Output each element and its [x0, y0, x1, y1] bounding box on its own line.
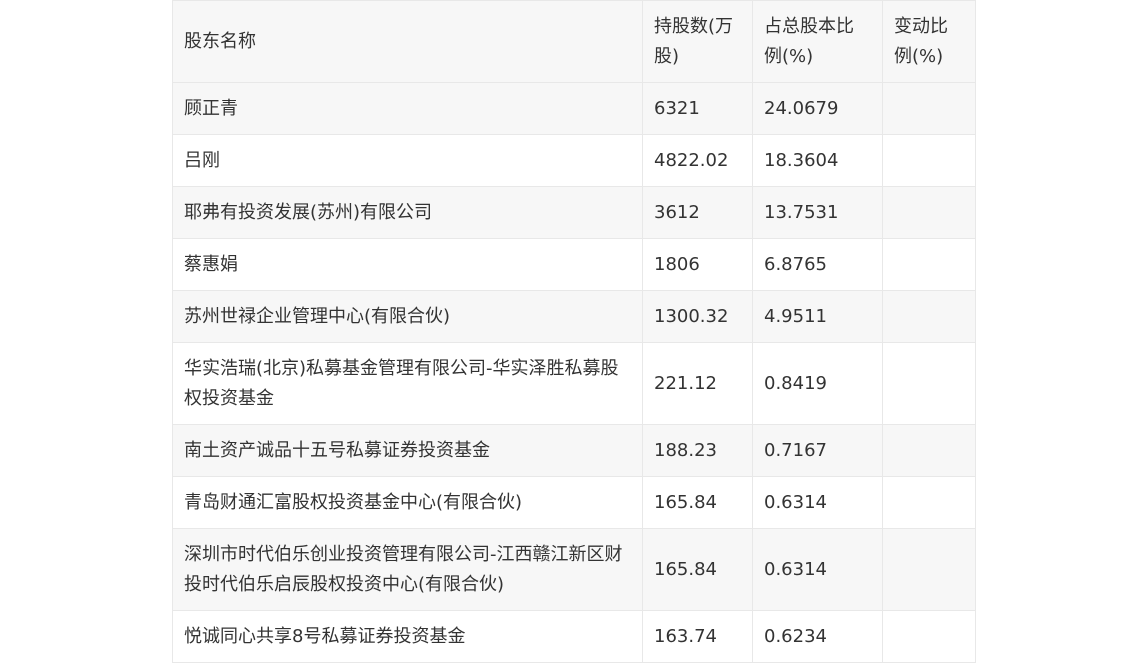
table-row: 青岛财通汇富股权投资基金中心(有限合伙) 165.84 0.6314	[172, 476, 976, 529]
shareholder-name: 华实浩瑞(北京)私募基金管理有限公司-华实泽胜私募股权投资基金	[172, 342, 643, 425]
share-ratio: 24.0679	[752, 82, 883, 135]
table-row: 悦诚同心共享8号私募证券投资基金 163.74 0.6234	[172, 610, 976, 663]
shares-held: 163.74	[642, 610, 753, 663]
shares-held: 1806	[642, 238, 753, 291]
shares-held: 6321	[642, 82, 753, 135]
share-ratio: 0.7167	[752, 424, 883, 477]
table-row: 南土资产诚品十五号私募证券投资基金 188.23 0.7167	[172, 424, 976, 477]
share-ratio: 0.6314	[752, 528, 883, 611]
header-change-ratio: 变动比例(%)	[882, 0, 976, 83]
table-row: 耶弗有投资发展(苏州)有限公司 3612 13.7531	[172, 186, 976, 239]
shareholder-name: 苏州世禄企业管理中心(有限合伙)	[172, 290, 643, 343]
shares-held: 188.23	[642, 424, 753, 477]
share-ratio: 0.8419	[752, 342, 883, 425]
shares-held: 165.84	[642, 476, 753, 529]
change-ratio	[882, 528, 976, 611]
share-ratio: 4.9511	[752, 290, 883, 343]
table-row: 吕刚 4822.02 18.3604	[172, 134, 976, 187]
change-ratio	[882, 238, 976, 291]
shares-held: 3612	[642, 186, 753, 239]
shareholder-name: 顾正青	[172, 82, 643, 135]
table-row: 深圳市时代伯乐创业投资管理有限公司-江西赣江新区财投时代伯乐启辰股权投资中心(有…	[172, 528, 976, 611]
change-ratio	[882, 610, 976, 663]
share-ratio: 0.6234	[752, 610, 883, 663]
shareholder-name: 吕刚	[172, 134, 643, 187]
change-ratio	[882, 342, 976, 425]
share-ratio: 0.6314	[752, 476, 883, 529]
table-header-row: 股东名称 持股数(万股) 占总股本比例(%) 变动比例(%)	[172, 0, 976, 83]
share-ratio: 13.7531	[752, 186, 883, 239]
shareholder-name: 南土资产诚品十五号私募证券投资基金	[172, 424, 643, 477]
change-ratio	[882, 290, 976, 343]
change-ratio	[882, 424, 976, 477]
shareholder-name: 耶弗有投资发展(苏州)有限公司	[172, 186, 643, 239]
table-row: 顾正青 6321 24.0679	[172, 82, 976, 135]
header-shares-held: 持股数(万股)	[642, 0, 753, 83]
shares-held: 221.12	[642, 342, 753, 425]
table-row: 苏州世禄企业管理中心(有限合伙) 1300.32 4.9511	[172, 290, 976, 343]
change-ratio	[882, 476, 976, 529]
share-ratio: 18.3604	[752, 134, 883, 187]
shareholder-name: 深圳市时代伯乐创业投资管理有限公司-江西赣江新区财投时代伯乐启辰股权投资中心(有…	[172, 528, 643, 611]
shareholder-table: 股东名称 持股数(万股) 占总股本比例(%) 变动比例(%) 顾正青 6321 …	[172, 0, 976, 663]
table-row: 蔡惠娟 1806 6.8765	[172, 238, 976, 291]
change-ratio	[882, 82, 976, 135]
change-ratio	[882, 134, 976, 187]
shares-held: 4822.02	[642, 134, 753, 187]
share-ratio: 6.8765	[752, 238, 883, 291]
shareholder-table-container: 股东名称 持股数(万股) 占总股本比例(%) 变动比例(%) 顾正青 6321 …	[172, 0, 976, 663]
shareholder-name: 蔡惠娟	[172, 238, 643, 291]
change-ratio	[882, 186, 976, 239]
table-row: 华实浩瑞(北京)私募基金管理有限公司-华实泽胜私募股权投资基金 221.12 0…	[172, 342, 976, 425]
header-shareholder-name: 股东名称	[172, 0, 643, 83]
shareholder-name: 悦诚同心共享8号私募证券投资基金	[172, 610, 643, 663]
shareholder-name: 青岛财通汇富股权投资基金中心(有限合伙)	[172, 476, 643, 529]
header-share-ratio: 占总股本比例(%)	[752, 0, 883, 83]
shares-held: 165.84	[642, 528, 753, 611]
shares-held: 1300.32	[642, 290, 753, 343]
